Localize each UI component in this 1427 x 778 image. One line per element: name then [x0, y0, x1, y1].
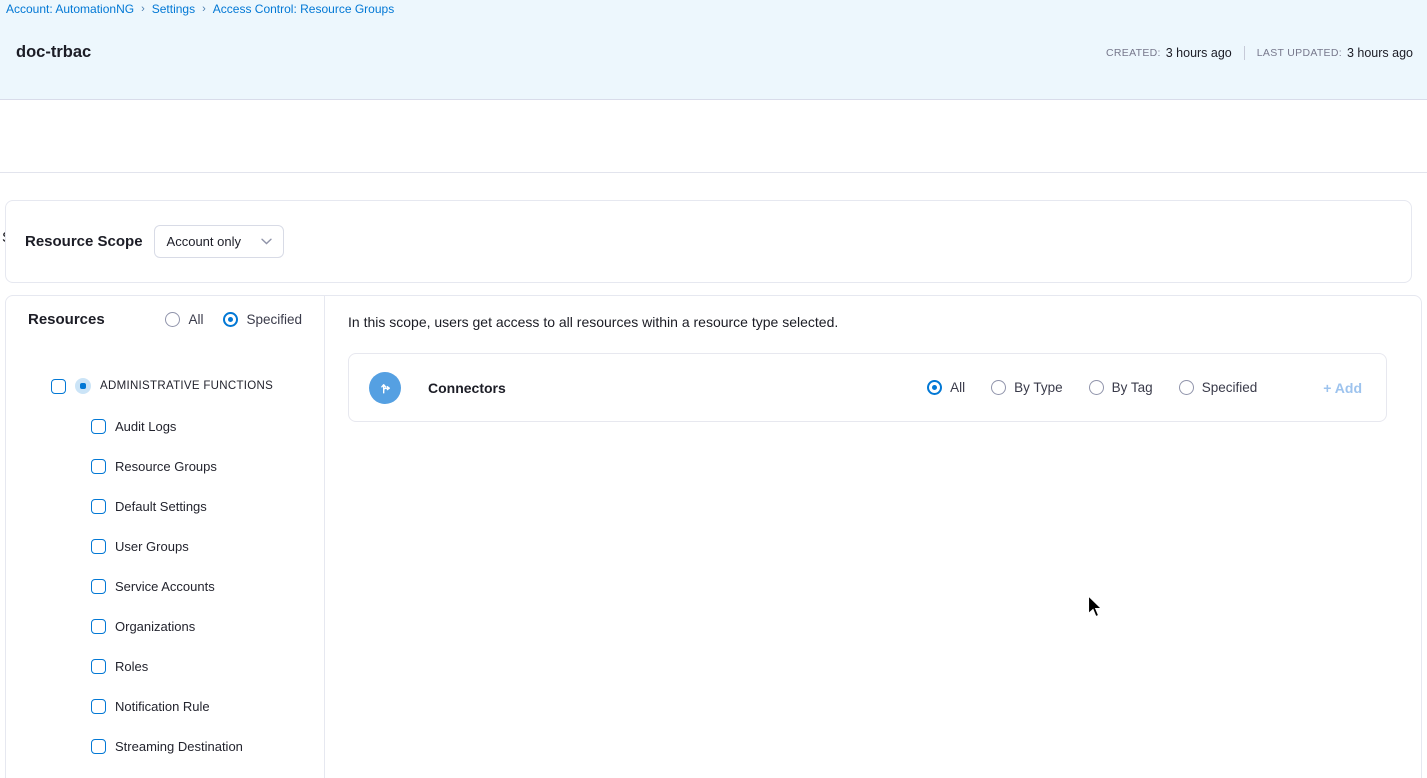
list-item-label: Roles	[115, 659, 148, 674]
resources-header: Resources All Specified	[28, 311, 302, 328]
list-item-resource-groups[interactable]: Resource Groups	[91, 446, 324, 486]
list-item-service-accounts[interactable]: Service Accounts	[91, 566, 324, 606]
checkbox[interactable]	[91, 459, 106, 474]
radio-access-all[interactable]: All	[927, 380, 965, 395]
radio-icon	[1089, 380, 1104, 395]
chevron-right-icon: ›	[141, 3, 145, 15]
checkbox[interactable]	[91, 579, 106, 594]
connectors-label: Connectors	[428, 380, 506, 396]
scope-description: In this scope, users get access to all r…	[348, 314, 838, 330]
connectors-row: Connectors All By Type By Tag	[348, 353, 1387, 422]
meta-divider	[1244, 46, 1245, 60]
checkbox[interactable]	[91, 699, 106, 714]
group-label: ADMINISTRATIVE FUNCTIONS	[100, 380, 273, 392]
last-updated-value: 3 hours ago	[1347, 46, 1413, 60]
list-item-audit-logs[interactable]: Audit Logs	[91, 406, 324, 446]
radio-access-specified[interactable]: Specified	[1179, 380, 1258, 395]
page-header: Account: AutomationNG › Settings › Acces…	[0, 0, 1427, 100]
resources-title: Resources	[28, 311, 105, 328]
list-item-label: Organizations	[115, 619, 195, 634]
radio-all-label: All	[188, 312, 203, 327]
connectors-icon	[369, 372, 401, 404]
chevron-down-icon	[261, 238, 272, 245]
checkbox[interactable]	[91, 419, 106, 434]
checkbox[interactable]	[91, 739, 106, 754]
checkbox[interactable]	[91, 619, 106, 634]
resource-scope-card: Resource Scope Account only	[5, 200, 1412, 283]
add-button[interactable]: + Add	[1323, 380, 1362, 396]
breadcrumb-settings[interactable]: Settings	[152, 2, 195, 16]
group-checkbox[interactable]	[51, 379, 66, 394]
page: Account: AutomationNG › Settings › Acces…	[0, 0, 1427, 778]
breadcrumb: Account: AutomationNG › Settings › Acces…	[6, 2, 394, 16]
list-item-default-settings[interactable]: Default Settings	[91, 486, 324, 526]
list-item-label: Audit Logs	[115, 419, 176, 434]
radio-specified[interactable]: Specified	[223, 312, 302, 327]
list-item-roles[interactable]: Roles	[91, 646, 324, 686]
checkbox[interactable]	[91, 659, 106, 674]
created-value: 3 hours ago	[1166, 46, 1232, 60]
list-item-user-groups[interactable]: User Groups	[91, 526, 324, 566]
resources-panel: Resources All Specified ADMINISTRATIVE F…	[6, 296, 325, 778]
breadcrumb-resource-groups[interactable]: Access Control: Resource Groups	[213, 2, 394, 16]
list-item-label: User Groups	[115, 539, 189, 554]
radio-access-by-type-label: By Type	[1014, 380, 1063, 395]
collapse-dot-icon[interactable]	[75, 378, 91, 394]
list-item-organizations[interactable]: Organizations	[91, 606, 324, 646]
resource-scope-label: Resource Scope	[25, 233, 143, 250]
page-title: doc-trbac	[16, 43, 91, 62]
connectors-access-radio-group: All By Type By Tag Specified + Add	[927, 380, 1362, 396]
radio-selected-icon	[223, 312, 238, 327]
list-item-notification-rule[interactable]: Notification Rule	[91, 686, 324, 726]
scope-detail-panel: In this scope, users get access to all r…	[325, 296, 1421, 778]
radio-specified-label: Specified	[246, 312, 302, 327]
radio-access-all-label: All	[950, 380, 965, 395]
checkbox[interactable]	[91, 499, 106, 514]
resources-mode-radio-group: All Specified	[165, 312, 302, 327]
checkbox[interactable]	[91, 539, 106, 554]
resource-scope-dropdown[interactable]: Account only	[154, 225, 284, 258]
created-label: CREATED:	[1106, 47, 1161, 59]
list-item-label: Resource Groups	[115, 459, 217, 474]
resources-card: Resources All Specified ADMINISTRATIVE F…	[5, 295, 1422, 778]
action-toolbar: Select Resource and define its scope of …	[0, 100, 1427, 173]
radio-all[interactable]: All	[165, 312, 203, 327]
radio-access-specified-label: Specified	[1202, 380, 1258, 395]
list-item-streaming-destination[interactable]: Streaming Destination	[91, 726, 324, 766]
header-meta: CREATED: 3 hours ago LAST UPDATED: 3 hou…	[1106, 46, 1413, 60]
list-item-label: Streaming Destination	[115, 739, 243, 754]
resource-scope-dropdown-value: Account only	[167, 234, 241, 249]
breadcrumb-account[interactable]: Account: AutomationNG	[6, 2, 134, 16]
last-updated-label: LAST UPDATED:	[1257, 47, 1342, 59]
list-item-label: Notification Rule	[115, 699, 210, 714]
resource-type-list: Audit Logs Resource Groups Default Setti…	[91, 406, 324, 766]
list-item-label: Default Settings	[115, 499, 207, 514]
resource-group-administrative-functions[interactable]: ADMINISTRATIVE FUNCTIONS	[51, 378, 273, 394]
branch-arrows-glyph	[377, 379, 394, 396]
radio-access-by-tag[interactable]: By Tag	[1089, 380, 1153, 395]
radio-icon	[1179, 380, 1194, 395]
radio-selected-icon	[927, 380, 942, 395]
radio-icon	[165, 312, 180, 327]
list-item-label: Service Accounts	[115, 579, 215, 594]
radio-access-by-tag-label: By Tag	[1112, 380, 1153, 395]
radio-access-by-type[interactable]: By Type	[991, 380, 1063, 395]
chevron-right-icon: ›	[202, 3, 206, 15]
radio-icon	[991, 380, 1006, 395]
